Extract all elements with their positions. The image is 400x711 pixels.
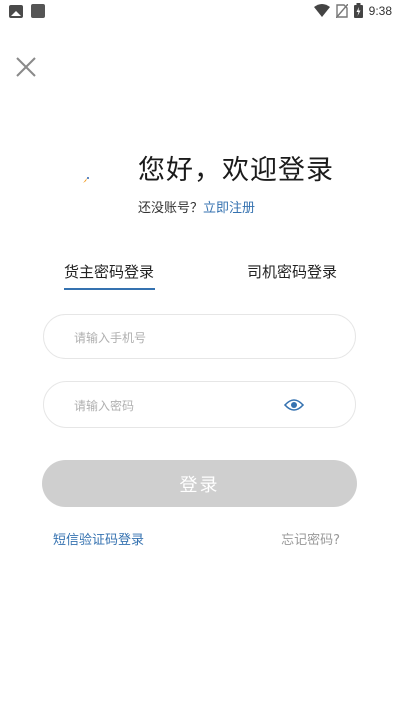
- register-prompt: 还没账号？立即注册: [138, 197, 255, 216]
- no-account-text: 还没账号？: [138, 201, 204, 216]
- eye-icon[interactable]: [284, 398, 304, 412]
- active-tab-indicator: [64, 288, 155, 290]
- register-link[interactable]: 立即注册: [203, 201, 255, 216]
- no-sim-icon: [335, 3, 348, 18]
- status-time: 9:38: [368, 3, 392, 18]
- notification-square-icon: [31, 4, 45, 18]
- forgot-password-link[interactable]: 忘记密码?: [281, 529, 340, 548]
- status-bar-left: [9, 4, 45, 18]
- close-icon: [16, 57, 36, 77]
- app-logo-icon: [83, 177, 89, 183]
- tab-driver-password-login[interactable]: 司机密码登录: [247, 261, 337, 282]
- close-button[interactable]: [14, 55, 38, 79]
- battery-charging-icon: [353, 3, 363, 18]
- status-bar-right: 9:38: [313, 3, 392, 18]
- phone-input[interactable]: [72, 315, 296, 360]
- gallery-icon: [9, 4, 23, 18]
- status-bar: 9:38: [0, 0, 400, 24]
- tab-owner-password-login[interactable]: 货主密码登录: [64, 261, 154, 282]
- sms-login-link[interactable]: 短信验证码登录: [53, 529, 144, 548]
- password-field: [43, 381, 356, 429]
- login-button[interactable]: 登录: [42, 460, 357, 507]
- page-title: 您好，欢迎登录: [138, 155, 334, 186]
- login-type-tabs: 货主密码登录 司机密码登录: [0, 261, 400, 293]
- password-input[interactable]: [72, 382, 296, 429]
- phone-field: [43, 314, 356, 360]
- wifi-icon: [313, 4, 330, 17]
